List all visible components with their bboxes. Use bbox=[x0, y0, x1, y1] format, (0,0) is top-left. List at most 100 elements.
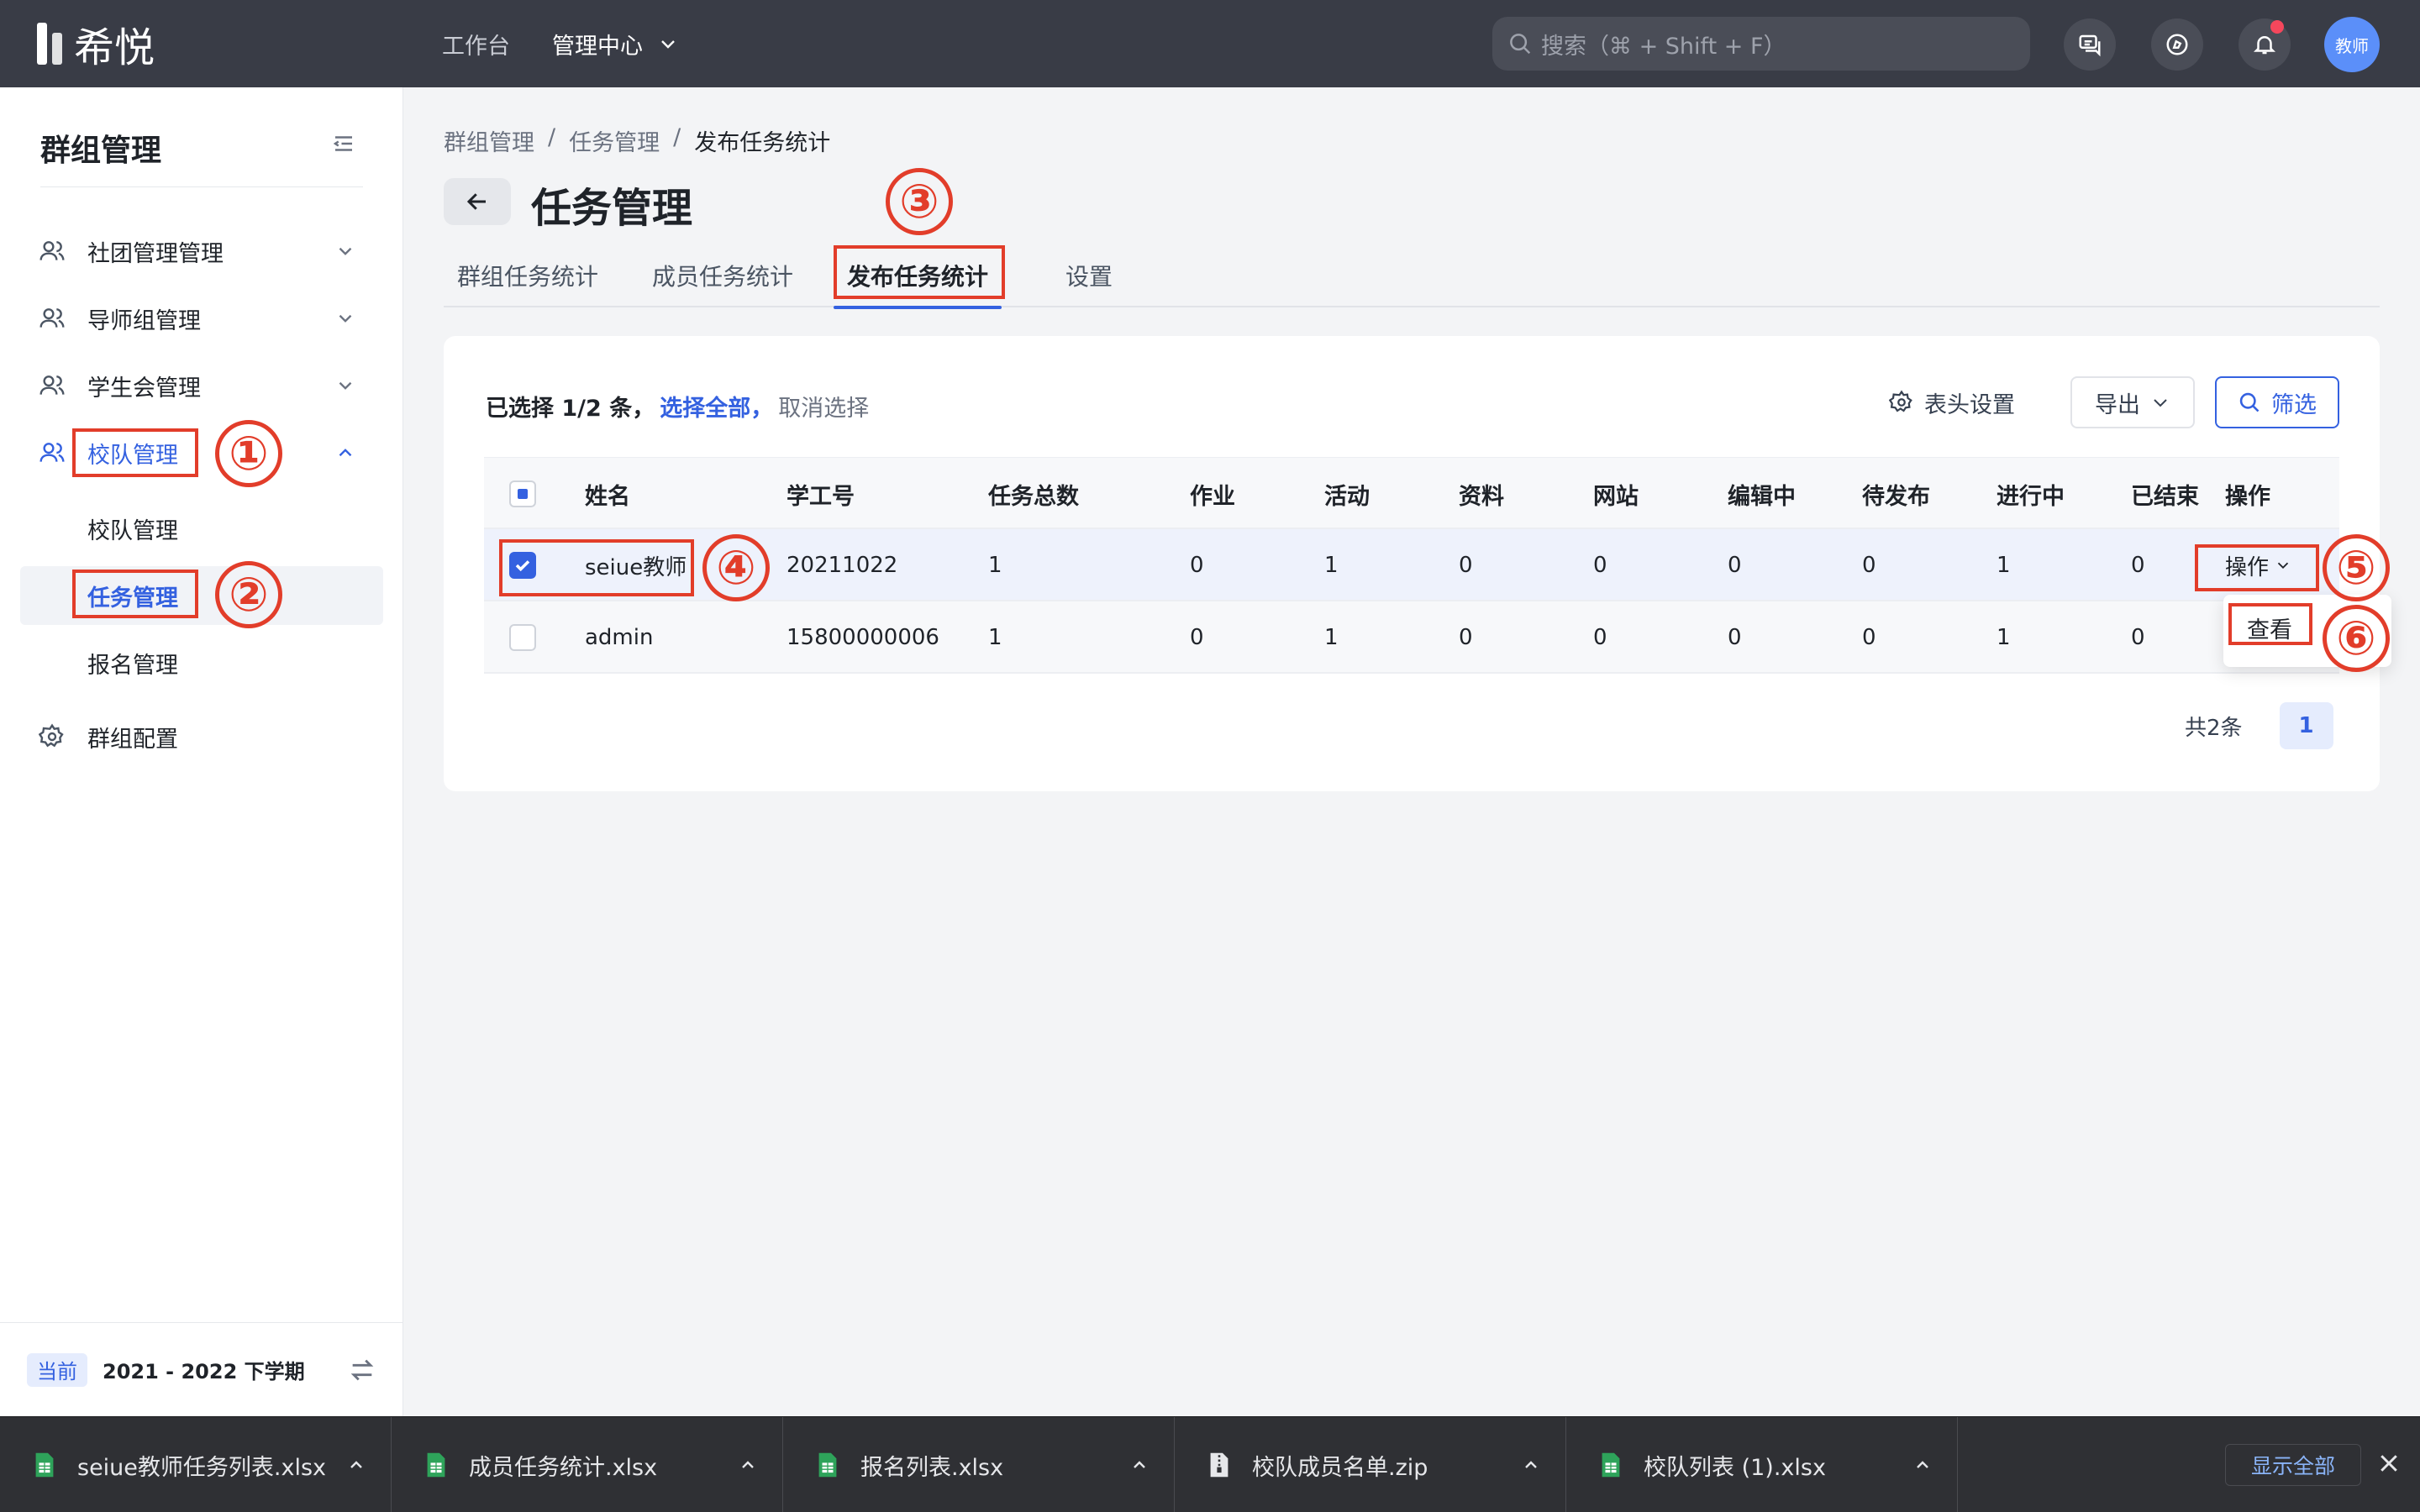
table-header: 编辑中 bbox=[1728, 483, 1796, 510]
sidebar-item-club[interactable]: 社团管理管理 bbox=[0, 222, 403, 281]
column-settings-label: 表头设置 bbox=[1924, 391, 2015, 418]
collapse-sidebar-icon[interactable] bbox=[331, 131, 356, 156]
selection-count: 已选择 1/2 条， bbox=[486, 396, 655, 422]
term-selector[interactable]: 当前 2021 - 2022 下学期 bbox=[0, 1322, 403, 1416]
sidebar-subitem-school-team[interactable]: 校队管理 bbox=[20, 499, 383, 558]
download-item[interactable]: 成员任务统计.xlsx bbox=[392, 1417, 783, 1512]
arrow-left-icon bbox=[466, 193, 486, 210]
nav-workbench[interactable]: 工作台 bbox=[442, 28, 510, 60]
chevron-up-icon[interactable] bbox=[1912, 1455, 1933, 1475]
spreadsheet-file-icon bbox=[818, 1452, 837, 1478]
pagination: 共2条 1 bbox=[2185, 702, 2333, 749]
download-item[interactable]: 报名列表.xlsx bbox=[783, 1417, 1175, 1512]
sidebar-item-label: 学生会管理 bbox=[87, 375, 201, 402]
table-header: 进行中 bbox=[1996, 483, 2065, 510]
table-cell: 1 bbox=[1996, 625, 2011, 650]
download-item[interactable]: 校队列表 (1).xlsx bbox=[1566, 1417, 1958, 1512]
table-cell: 0 bbox=[1728, 625, 1742, 650]
avatar[interactable]: 教师 bbox=[2324, 17, 2380, 72]
sidebar-subitem-registration[interactable]: 报名管理 bbox=[20, 633, 383, 692]
notification-dot bbox=[2270, 20, 2284, 34]
table-cell: 1 bbox=[1996, 553, 2011, 578]
tab-member-task-stats[interactable]: 成员任务统计 bbox=[652, 244, 793, 307]
table-header: 作业 bbox=[1190, 483, 1235, 510]
table-cell: 0 bbox=[2131, 625, 2145, 650]
cancel-selection-link[interactable]: 取消选择 bbox=[778, 390, 869, 423]
back-button[interactable] bbox=[444, 178, 511, 225]
chevron-up-icon[interactable] bbox=[1521, 1455, 1541, 1475]
select-all-link[interactable]: 选择全部， bbox=[660, 390, 773, 423]
sidebar-item-mentor-group[interactable]: 导师组管理 bbox=[0, 289, 403, 348]
tab-group-task-stats[interactable]: 群组任务统计 bbox=[457, 244, 598, 307]
table-cell: 0 bbox=[1459, 553, 1473, 578]
nav-management-center-label: 管理中心 bbox=[552, 33, 643, 60]
nav-management-center[interactable]: 管理中心 bbox=[552, 28, 678, 60]
export-button[interactable]: 导出 bbox=[2070, 376, 2195, 428]
download-filename: 报名列表.xlsx bbox=[860, 1454, 1004, 1481]
sidebar-item-label: 群组配置 bbox=[87, 726, 178, 753]
row-checkbox[interactable] bbox=[509, 624, 536, 651]
notification-button[interactable] bbox=[2238, 18, 2291, 71]
download-item[interactable]: 校队成员名单.zip bbox=[1175, 1417, 1566, 1512]
breadcrumb-separator: / bbox=[673, 124, 681, 150]
tab-bar: 群组任务统计 成员任务统计 发布任务统计 设置 bbox=[444, 244, 2380, 309]
filter-button[interactable]: 筛选 bbox=[2215, 376, 2339, 428]
zip-file-icon bbox=[1210, 1452, 1228, 1478]
filter-label: 筛选 bbox=[2271, 391, 2317, 418]
compass-icon bbox=[2166, 34, 2188, 55]
spreadsheet-file-icon bbox=[1602, 1452, 1620, 1478]
app-logo[interactable]: 希悦 bbox=[37, 18, 155, 71]
annotation-box bbox=[834, 245, 1005, 299]
table-cell: 0 bbox=[1459, 625, 1473, 650]
spreadsheet-file-icon bbox=[427, 1452, 445, 1478]
show-all-downloads-button[interactable]: 显示全部 bbox=[2225, 1444, 2362, 1486]
sidebar-item-label: 导师组管理 bbox=[87, 307, 201, 334]
search-icon bbox=[2239, 392, 2260, 412]
sidebar-divider bbox=[40, 186, 363, 187]
global-search-input[interactable]: 搜索（⌘ + Shift + F） bbox=[1492, 17, 2030, 71]
annotation-box bbox=[2228, 603, 2312, 645]
chevron-up-icon[interactable] bbox=[738, 1455, 758, 1475]
tab-settings[interactable]: 设置 bbox=[1065, 244, 1113, 307]
selection-info: 已选择 1/2 条， 选择全部， 取消选择 bbox=[486, 390, 869, 423]
table-cell: 0 bbox=[1593, 625, 1607, 650]
sidebar-item-school-team[interactable]: 校队管理 bbox=[0, 423, 403, 482]
sidebar-item-student-union[interactable]: 学生会管理 bbox=[0, 356, 403, 415]
search-icon bbox=[1510, 34, 1531, 55]
sidebar-item-group-config[interactable]: 群组配置 bbox=[0, 707, 403, 766]
sidebar-subitem-label: 报名管理 bbox=[87, 652, 178, 679]
download-filename: 校队成员名单.zip bbox=[1252, 1454, 1428, 1481]
term-badge: 当前 bbox=[27, 1352, 87, 1387]
chevron-down-icon bbox=[339, 314, 352, 323]
table-header: 操作 bbox=[2225, 483, 2270, 510]
downloads-bar: seiue教师任务列表.xlsx 成员任务统计.xlsx 报名列表.xlsx 校… bbox=[0, 1416, 2420, 1512]
table-header: 已结束 bbox=[2131, 483, 2199, 510]
table-cell: 15800000006 bbox=[786, 625, 939, 650]
chevron-up-icon[interactable] bbox=[1129, 1455, 1150, 1475]
breadcrumb: 群组管理 / 任务管理 / 发布任务统计 bbox=[444, 124, 830, 157]
table-cell: 0 bbox=[1190, 553, 1204, 578]
table-cell: 0 bbox=[1862, 553, 1876, 578]
select-all-checkbox[interactable] bbox=[509, 480, 536, 507]
table-header: 待发布 bbox=[1862, 483, 1930, 510]
message-button[interactable] bbox=[2064, 18, 2116, 71]
users-icon bbox=[39, 375, 65, 395]
breadcrumb-item[interactable]: 任务管理 bbox=[569, 124, 660, 157]
column-settings-button[interactable]: 表头设置 bbox=[1889, 376, 2015, 428]
table-header: 姓名 bbox=[585, 483, 630, 510]
table-header: 学工号 bbox=[786, 483, 855, 510]
download-item[interactable]: seiue教师任务列表.xlsx bbox=[0, 1417, 392, 1512]
close-icon[interactable] bbox=[2376, 1451, 2402, 1476]
switch-icon[interactable] bbox=[348, 1356, 376, 1384]
page-button-1[interactable]: 1 bbox=[2279, 702, 2333, 749]
table-cell: 0 bbox=[2131, 553, 2145, 578]
chevron-up-icon[interactable] bbox=[346, 1455, 366, 1475]
breadcrumb-item[interactable]: 群组管理 bbox=[444, 124, 534, 157]
table-cell: 1 bbox=[1324, 625, 1339, 650]
download-filename: 校队列表 (1).xlsx bbox=[1644, 1454, 1826, 1481]
annotation-number: ⑤ bbox=[2323, 534, 2390, 601]
breadcrumb-current: 发布任务统计 bbox=[694, 130, 831, 156]
table-row[interactable]: admin 15800000006 1 0 1 0 0 0 0 1 0 bbox=[484, 601, 2339, 674]
app-center-button[interactable] bbox=[2151, 18, 2203, 71]
gear-icon bbox=[39, 723, 64, 748]
